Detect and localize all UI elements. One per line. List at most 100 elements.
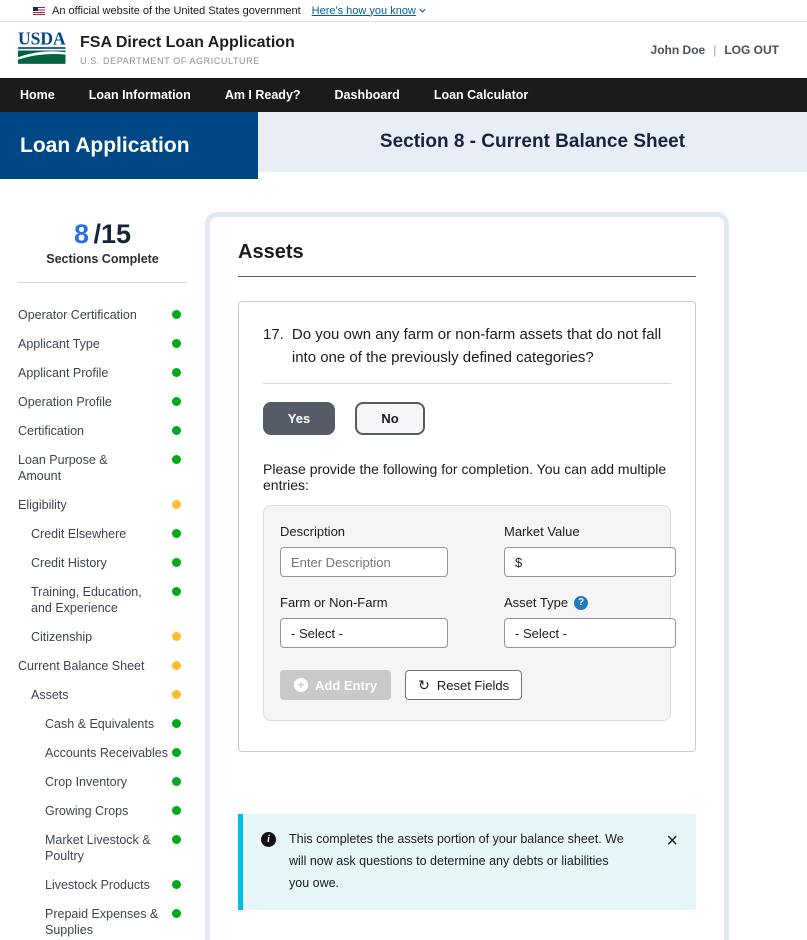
card-title: Assets: [238, 241, 304, 263]
loan-application-banner: Loan Application: [0, 112, 258, 179]
sidebar-item-operator-certification[interactable]: Operator Certification: [18, 307, 181, 323]
sidebar-item-crop-inventory[interactable]: Crop Inventory: [18, 774, 181, 790]
entry-instructions: Please provide the following for complet…: [263, 461, 667, 493]
info-icon: i: [261, 832, 276, 847]
main-nav: Home Loan Information Am I Ready? Dashboard…: [0, 78, 807, 112]
status-dot-complete: [172, 835, 181, 844]
status-dot-complete: [172, 748, 181, 757]
sections-total: /15: [93, 219, 132, 249]
add-entry-button[interactable]: + Add Entry: [280, 670, 392, 700]
sidebar-item-label: Cash & Equivalents: [45, 717, 155, 731]
farm-nonfarm-select[interactable]: - Select -: [280, 618, 448, 648]
us-flag-icon: [33, 6, 45, 15]
nav-item-home[interactable]: Home: [20, 88, 55, 102]
sidebar-item-accounts-receivables[interactable]: Accounts Receivables: [18, 745, 181, 761]
section-title: Section 8 - Current Balance Sheet: [379, 131, 686, 152]
sidebar-item-credit-elsewhere[interactable]: Credit Elsewhere: [18, 526, 181, 542]
sidebar-item-label: Operation Profile: [18, 395, 112, 409]
sidebar-item-label: Applicant Type: [18, 337, 100, 351]
nav-item-loan-calculator[interactable]: Loan Calculator: [434, 88, 528, 102]
sidebar-item-label: Training, Education, and Experience: [31, 585, 142, 615]
nav-item-loan-information[interactable]: Loan Information: [89, 88, 191, 102]
question-text: Do you own any farm or non-farm assets t…: [291, 326, 662, 366]
description-input[interactable]: [280, 547, 448, 577]
status-dot-complete: [172, 806, 181, 815]
svg-text:USDA: USDA: [18, 30, 66, 49]
status-dot-complete: [172, 455, 181, 464]
sidebar-item-market-livestock-poultry[interactable]: Market Livestock & Poultry: [18, 832, 181, 864]
status-dot-in_progress: [172, 661, 181, 670]
sidebar-item-loan-purpose-amount[interactable]: Loan Purpose & Amount: [18, 452, 181, 484]
question-17-box: 17. Do you own any farm or non-farm asse…: [238, 301, 696, 752]
progress-sidebar: 8 /15 Sections Complete Operator Certifi…: [0, 179, 205, 940]
sidebar-item-operation-profile[interactable]: Operation Profile: [18, 394, 181, 410]
status-dot-in_progress: [172, 632, 181, 641]
sections-counter: 8 /15 Sections Complete: [0, 219, 205, 266]
dollar-prefix: $: [515, 554, 523, 570]
status-dot-complete: [172, 587, 181, 596]
gov-banner-text: An official website of the United States…: [52, 4, 301, 17]
status-dot-complete: [172, 719, 181, 728]
status-dot-complete: [172, 310, 181, 319]
plus-icon: +: [294, 678, 308, 692]
app-title: FSA Direct Loan Application: [80, 34, 295, 51]
sidebar-item-applicant-profile[interactable]: Applicant Profile: [18, 365, 181, 381]
status-dot-in_progress: [172, 500, 181, 509]
gov-banner: An official website of the United States…: [0, 0, 807, 22]
status-dot-complete: [172, 426, 181, 435]
sidebar-divider: [18, 282, 187, 283]
sections-caption: Sections Complete: [46, 252, 159, 266]
nav-item-dashboard[interactable]: Dashboard: [335, 88, 400, 102]
sidebar-item-applicant-type[interactable]: Applicant Type: [18, 336, 181, 352]
status-dot-complete: [172, 880, 181, 889]
entry-panel: Description Market Value $: [263, 505, 676, 721]
status-dot-complete: [172, 558, 181, 567]
sidebar-item-prepaid-expenses-supplies[interactable]: Prepaid Expenses & Supplies: [18, 906, 181, 938]
sidebar-item-livestock-products[interactable]: Livestock Products: [18, 877, 181, 893]
status-dot-in_progress: [172, 690, 181, 699]
sidebar-item-training-education-and-experience[interactable]: Training, Education, and Experience: [18, 584, 181, 616]
sidebar-item-current-balance-sheet[interactable]: Current Balance Sheet: [18, 658, 181, 674]
sidebar-item-label: Loan Purpose & Amount: [18, 453, 108, 483]
sidebar-item-assets[interactable]: Assets: [18, 687, 181, 703]
sidebar-item-label: Assets: [31, 688, 69, 702]
help-icon[interactable]: ?: [574, 595, 589, 610]
sidebar-item-eligibility[interactable]: Eligibility: [18, 497, 181, 513]
question-number: 17.: [263, 326, 284, 343]
sidebar-item-label: Certification: [18, 424, 84, 438]
app-subtitle: U.S. DEPARTMENT OF AGRICULTURE: [80, 56, 260, 66]
sidebar-item-growing-crops[interactable]: Growing Crops: [18, 803, 181, 819]
sidebar-item-label: Operator Certification: [18, 308, 137, 322]
sidebar-item-certification[interactable]: Certification: [18, 423, 181, 439]
sidebar-item-label: Citizenship: [31, 630, 93, 644]
reset-fields-button[interactable]: ↻ Reset Fields: [405, 670, 523, 700]
no-button[interactable]: No: [355, 402, 425, 435]
market-value-field[interactable]: $: [504, 547, 676, 577]
sidebar-item-label: Credit Elsewhere: [31, 527, 127, 541]
status-dot-complete: [172, 529, 181, 538]
logout-link[interactable]: LOG OUT: [724, 43, 779, 57]
assets-card: Assets 17. Do you own any farm or non-fa…: [205, 212, 729, 940]
info-alert-text: This completes the assets portion of you…: [289, 832, 624, 890]
sidebar-item-citizenship[interactable]: Citizenship: [18, 629, 181, 645]
close-icon[interactable]: ×: [666, 831, 678, 851]
sidebar-item-credit-history[interactable]: Credit History: [18, 555, 181, 571]
sidebar-item-cash-equivalents[interactable]: Cash & Equivalents: [18, 716, 181, 732]
market-value-input[interactable]: [526, 554, 665, 570]
question-rule: [263, 383, 671, 384]
sidebar-item-label: Eligibility: [18, 498, 67, 512]
asset-type-select[interactable]: - Select -: [504, 618, 676, 648]
nav-item-am-i-ready-[interactable]: Am I Ready?: [225, 88, 301, 102]
section-header: Section 8 - Current Balance Sheet: [258, 112, 807, 172]
chevron-down-icon: [419, 7, 426, 14]
sections-complete-count: 8: [73, 219, 90, 249]
yes-button[interactable]: Yes: [263, 402, 335, 435]
status-dot-complete: [172, 339, 181, 348]
how-you-know-link[interactable]: Here's how you know: [312, 5, 426, 17]
sidebar-item-label: Applicant Profile: [18, 366, 109, 380]
sidebar-item-label: Crop Inventory: [45, 775, 127, 789]
sidebar-item-label: Current Balance Sheet: [18, 659, 145, 673]
reset-icon: ↻: [418, 676, 430, 693]
sidebar-item-label: Credit History: [31, 556, 107, 570]
loan-application-title: Loan Application: [20, 133, 190, 157]
